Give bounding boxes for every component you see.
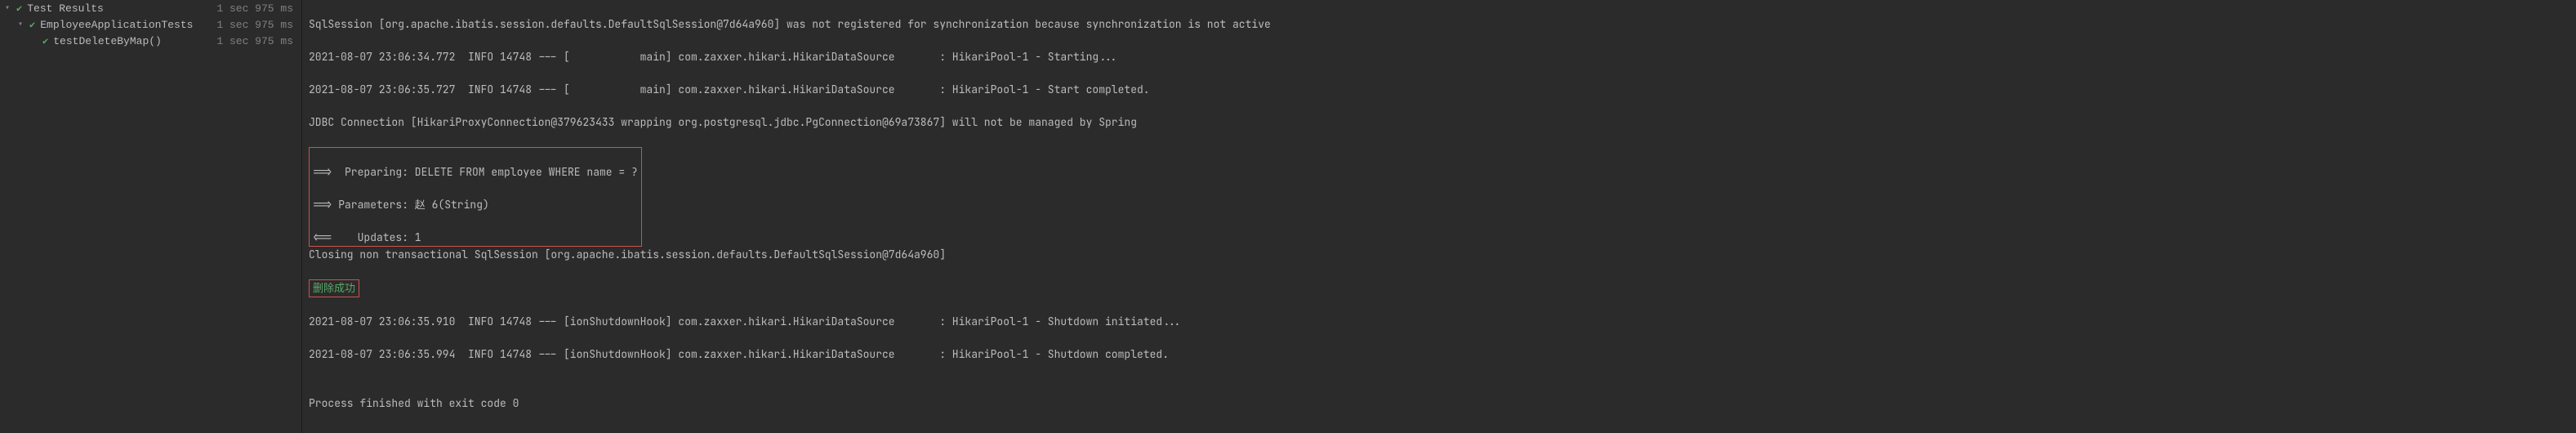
- chevron-down-icon[interactable]: ▾: [5, 3, 13, 13]
- console-line: 2021-08-07 23:06:35.994 INFO 14748 --- […: [309, 346, 2569, 363]
- tree-timing: 1 sec 975 ms: [216, 35, 293, 47]
- tree-timing: 1 sec 975 ms: [216, 2, 293, 15]
- console-line: ==> Preparing: DELETE FROM employee WHER…: [310, 164, 641, 181]
- console-line: 2021-08-07 23:06:35.910 INFO 14748 --- […: [309, 314, 2569, 330]
- sql-highlight-box: ==> Preparing: DELETE FROM employee WHER…: [309, 147, 642, 247]
- tree-row-test-method[interactable]: ✔ testDeleteByMap() 1 sec 975 ms: [0, 33, 301, 49]
- test-results-sidebar: ▾ ✔ Test Results 1 sec 975 ms ▾ ✔ Employ…: [0, 0, 302, 433]
- test-pass-icon: ✔: [42, 35, 48, 47]
- tree-row-test-results[interactable]: ▾ ✔ Test Results 1 sec 975 ms: [0, 0, 301, 16]
- chevron-down-icon[interactable]: ▾: [18, 20, 26, 29]
- console-output[interactable]: SqlSession [org.apache.ibatis.session.de…: [302, 0, 2576, 433]
- test-pass-icon: ✔: [16, 2, 22, 15]
- console-line: ==> Parameters: 赵 6(String): [310, 197, 641, 213]
- tree-timing: 1 sec 975 ms: [216, 19, 293, 31]
- test-pass-icon: ✔: [29, 19, 35, 31]
- success-highlight-box: 删除成功: [309, 279, 359, 297]
- console-line: JDBC Connection [HikariProxyConnection@3…: [309, 114, 2569, 131]
- tree-label: EmployeeApplicationTests: [40, 19, 216, 31]
- console-line: SqlSession [org.apache.ibatis.session.de…: [309, 16, 2569, 33]
- tree-label: testDeleteByMap(): [53, 35, 216, 47]
- tree-spacer: [31, 37, 39, 46]
- tree-label: Test Results: [27, 2, 216, 15]
- console-line: 2021-08-07 23:06:34.772 INFO 14748 --- […: [309, 49, 2569, 65]
- console-line: <== Updates: 1: [310, 230, 641, 246]
- console-line: Closing non transactional SqlSession [or…: [309, 247, 2569, 263]
- tree-row-test-class[interactable]: ▾ ✔ EmployeeApplicationTests 1 sec 975 m…: [0, 16, 301, 33]
- success-text: 删除成功: [313, 281, 355, 295]
- console-line: Process finished with exit code 0: [309, 395, 2569, 412]
- console-line: 删除成功: [309, 279, 2569, 297]
- console-line: 2021-08-07 23:06:35.727 INFO 14748 --- […: [309, 82, 2569, 98]
- main-container: ▾ ✔ Test Results 1 sec 975 ms ▾ ✔ Employ…: [0, 0, 2576, 433]
